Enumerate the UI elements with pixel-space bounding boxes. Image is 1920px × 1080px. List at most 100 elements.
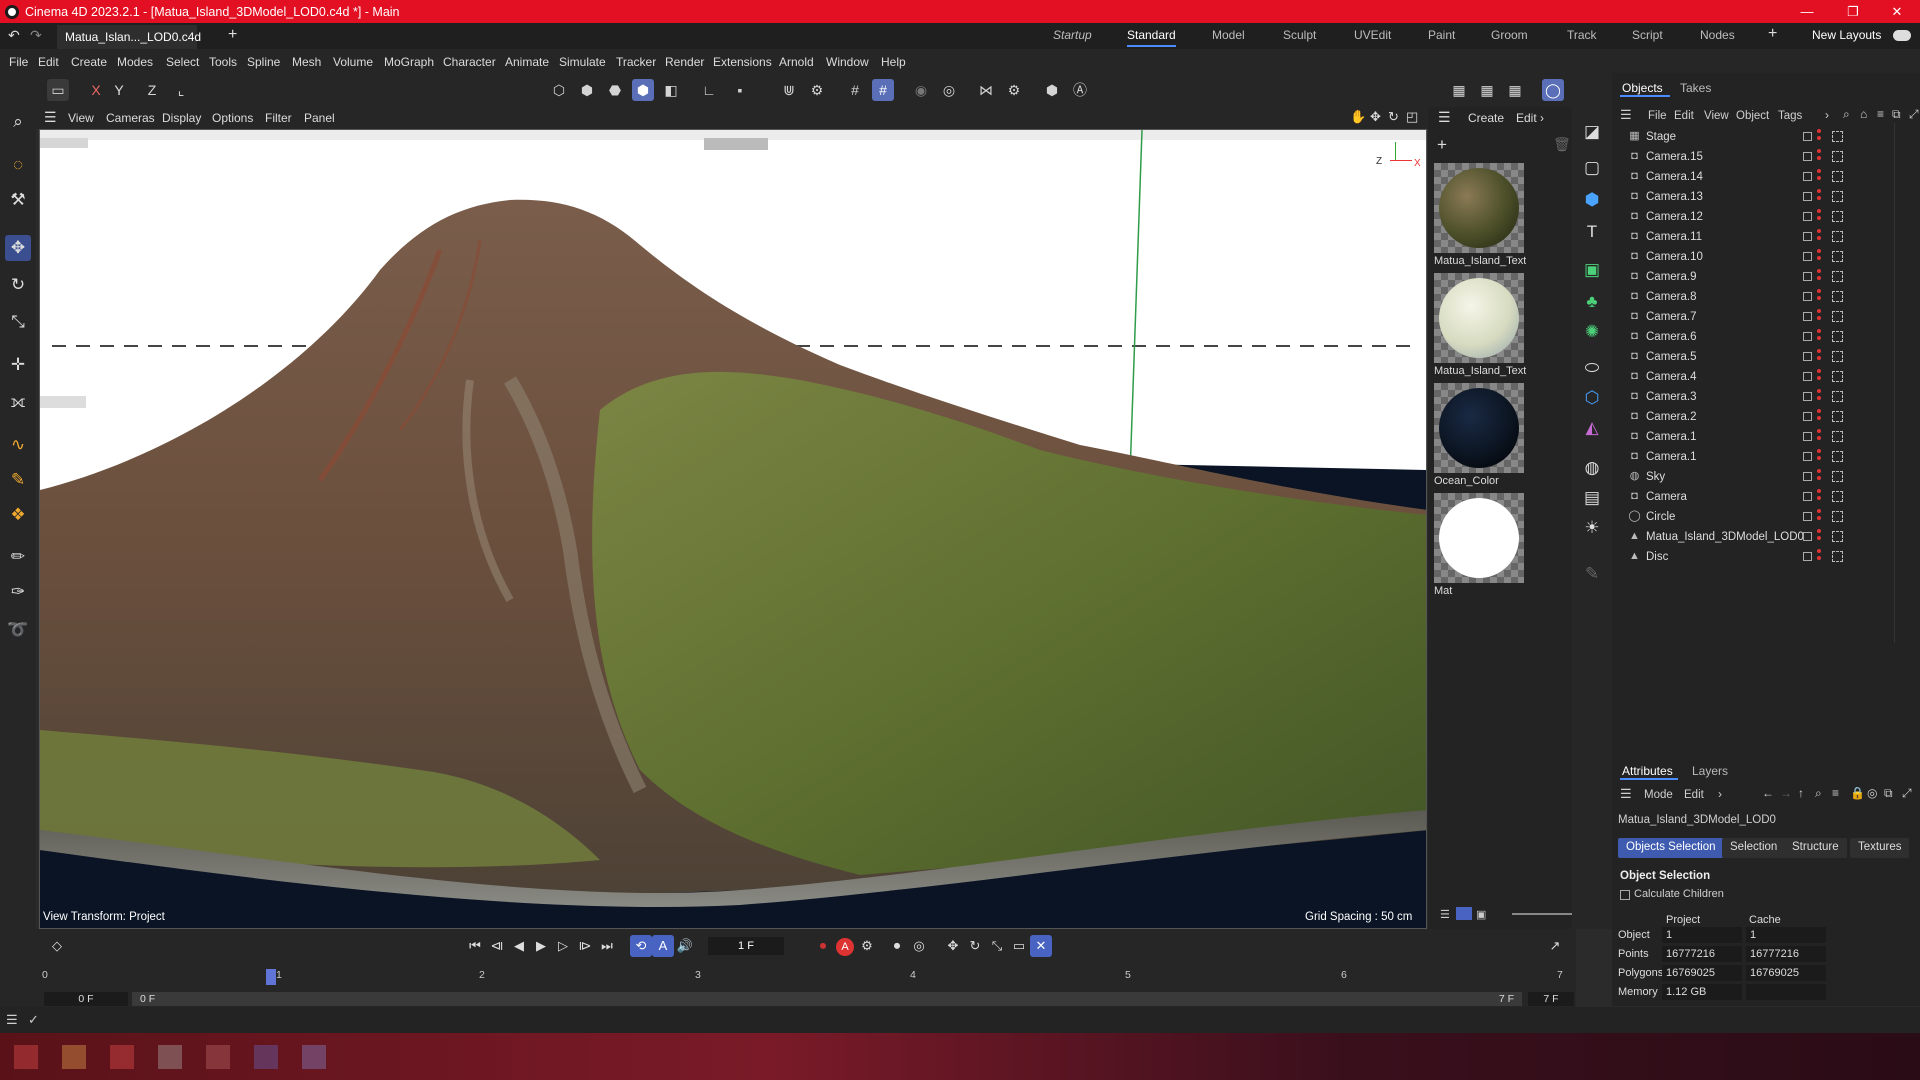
visibility-dots[interactable] xyxy=(1817,369,1821,385)
pan-view-icon[interactable]: ✋ xyxy=(1350,109,1366,125)
visibility-dots[interactable] xyxy=(1817,249,1821,265)
list-view-icon[interactable]: ☰ xyxy=(1440,908,1450,921)
objects-search-icon[interactable]: ⌕ xyxy=(1843,107,1850,122)
attributes-menu-more-icon[interactable]: › xyxy=(1718,787,1722,801)
viewport-menu-icon[interactable]: ☰ xyxy=(44,109,57,126)
menu-extensions[interactable]: Extensions xyxy=(713,55,772,69)
visibility-dots[interactable] xyxy=(1817,329,1821,345)
next-frame-icon[interactable]: ▷ xyxy=(552,935,574,957)
editor-visibility-toggle[interactable] xyxy=(1803,152,1812,161)
sound-icon[interactable]: 🔊 xyxy=(674,935,696,957)
graph-editor-icon[interactable]: ↗ xyxy=(1544,935,1566,957)
tab-attributes[interactable]: Attributes xyxy=(1622,764,1673,778)
menu-animate[interactable]: Animate xyxy=(505,55,549,69)
editor-visibility-toggle[interactable] xyxy=(1803,312,1812,321)
editor-visibility-toggle[interactable] xyxy=(1803,372,1812,381)
editor-visibility-toggle[interactable] xyxy=(1803,492,1812,501)
object-row[interactable]: ◘ Camera.8 xyxy=(1612,287,1920,307)
playback-mode-icon[interactable]: A xyxy=(652,935,674,957)
visibility-dots[interactable] xyxy=(1817,289,1821,305)
playhead[interactable] xyxy=(266,969,276,985)
editor-visibility-toggle[interactable] xyxy=(1803,272,1812,281)
editor-visibility-toggle[interactable] xyxy=(1803,232,1812,241)
key-rotation-icon[interactable]: ↻ xyxy=(964,935,986,957)
layout-paint[interactable]: Paint xyxy=(1428,28,1455,42)
object-row[interactable]: ◘ Camera.9 xyxy=(1612,267,1920,287)
effector-icon[interactable]: ✺ xyxy=(1579,319,1605,345)
menu-mesh[interactable]: Mesh xyxy=(292,55,321,69)
visibility-dots[interactable] xyxy=(1817,189,1821,205)
viewport-menu-panel[interactable]: Panel xyxy=(304,111,335,125)
rotate-tool-icon[interactable]: ↻ xyxy=(5,272,31,298)
workplane-snap-icon[interactable]: # xyxy=(872,79,894,101)
layout-uvedit[interactable]: UVEdit xyxy=(1354,28,1391,42)
minimize-button[interactable]: — xyxy=(1784,0,1830,23)
object-tag-icon[interactable] xyxy=(1832,371,1843,382)
auto-keyframe-icon[interactable]: Ⓐ xyxy=(1069,79,1091,101)
visibility-dots[interactable] xyxy=(1817,509,1821,525)
menu-render[interactable]: Render xyxy=(665,55,704,69)
snap-tool-icon[interactable]: ⟗ xyxy=(5,389,31,415)
play-icon[interactable]: ▶ xyxy=(530,935,552,957)
menu-create[interactable]: Create xyxy=(71,55,107,69)
orbit-view-icon[interactable]: ↻ xyxy=(1388,109,1399,125)
add-layout-icon[interactable]: + xyxy=(1768,25,1777,43)
lock-icon[interactable]: 🔒 xyxy=(1850,786,1865,800)
axis-x-toggle[interactable]: X xyxy=(85,79,107,101)
magnet-icon[interactable]: ⋓ xyxy=(778,79,800,101)
viewport-menu-cameras[interactable]: Cameras xyxy=(106,111,155,125)
autokey-icon[interactable]: A xyxy=(834,935,856,957)
menu-edit[interactable]: Edit xyxy=(38,55,59,69)
objects-home-icon[interactable]: ⌂ xyxy=(1860,107,1867,121)
key-selection-icon[interactable]: ⏺ xyxy=(886,935,908,957)
large-view-icon[interactable]: ▣ xyxy=(1476,908,1486,921)
camera-object-icon[interactable]: ◭ xyxy=(1579,415,1605,441)
camera-add-icon[interactable]: ▤ xyxy=(1579,485,1605,511)
objects-menu-file[interactable]: File xyxy=(1648,110,1667,122)
next-key-icon[interactable]: ⧐ xyxy=(574,935,596,957)
menu-tools[interactable]: Tools xyxy=(209,55,237,69)
editor-visibility-toggle[interactable] xyxy=(1803,172,1812,181)
knife-tool-icon[interactable]: ✑ xyxy=(5,579,31,605)
object-tag-icon[interactable] xyxy=(1832,151,1843,162)
keyframe-icon[interactable]: ◇ xyxy=(46,935,68,957)
object-row[interactable]: ◘ Camera.5 xyxy=(1612,347,1920,367)
add-material-icon[interactable]: + xyxy=(1437,135,1447,155)
object-tag-icon[interactable] xyxy=(1832,531,1843,542)
coordinate-system-icon[interactable]: ⌞ xyxy=(170,79,192,101)
menu-window[interactable]: Window xyxy=(826,55,869,69)
menu-tracker[interactable]: Tracker xyxy=(616,55,656,69)
object-tag-icon[interactable] xyxy=(1832,351,1843,362)
menu-modes[interactable]: Modes xyxy=(117,55,153,69)
material-thumb-4[interactable] xyxy=(1434,493,1524,583)
object-tag-icon[interactable] xyxy=(1832,271,1843,282)
record-icon[interactable]: ⏺ xyxy=(812,935,834,957)
object-tag-icon[interactable] xyxy=(1832,471,1843,482)
attributes-menu-icon[interactable]: ☰ xyxy=(1620,786,1632,802)
tab-layers[interactable]: Layers xyxy=(1692,764,1728,778)
lasso-tool-icon[interactable]: ➰ xyxy=(5,617,31,643)
object-row[interactable]: ◘ Camera.1 xyxy=(1612,427,1920,447)
previous-frame-icon[interactable]: ◀ xyxy=(508,935,530,957)
object-row[interactable]: ◘ Camera.15 xyxy=(1612,147,1920,167)
grid-snap-icon[interactable]: # xyxy=(844,79,866,101)
attributes-menu-edit[interactable]: Edit xyxy=(1684,789,1704,801)
object-tag-icon[interactable] xyxy=(1832,411,1843,422)
editor-visibility-toggle[interactable] xyxy=(1803,212,1812,221)
layout-startup[interactable]: Startup xyxy=(1053,28,1092,42)
scale-tool-icon[interactable]: ⤡ xyxy=(5,309,31,335)
delete-material-icon[interactable]: 🗑 xyxy=(1553,136,1571,153)
key-scale-icon[interactable]: ⤡ xyxy=(986,935,1008,957)
maximize-view-icon[interactable]: ◰ xyxy=(1406,109,1418,125)
solo-icon[interactable]: ◉ xyxy=(910,79,932,101)
key-position-icon[interactable]: ✥ xyxy=(942,935,964,957)
viewport-menu-filter[interactable]: Filter xyxy=(265,111,292,125)
axis-z-toggle[interactable]: Z xyxy=(141,79,163,101)
editor-visibility-toggle[interactable] xyxy=(1803,432,1812,441)
visibility-dots[interactable] xyxy=(1817,489,1821,505)
search-icon[interactable]: ⌕ xyxy=(5,109,31,135)
object-row[interactable]: ◘ Camera.1 xyxy=(1612,447,1920,467)
cloner-icon[interactable]: ♣ xyxy=(1579,289,1605,315)
objects-menu-icon[interactable]: ☰ xyxy=(1620,107,1632,123)
cube-primitive-icon[interactable]: ❖ xyxy=(5,502,31,528)
